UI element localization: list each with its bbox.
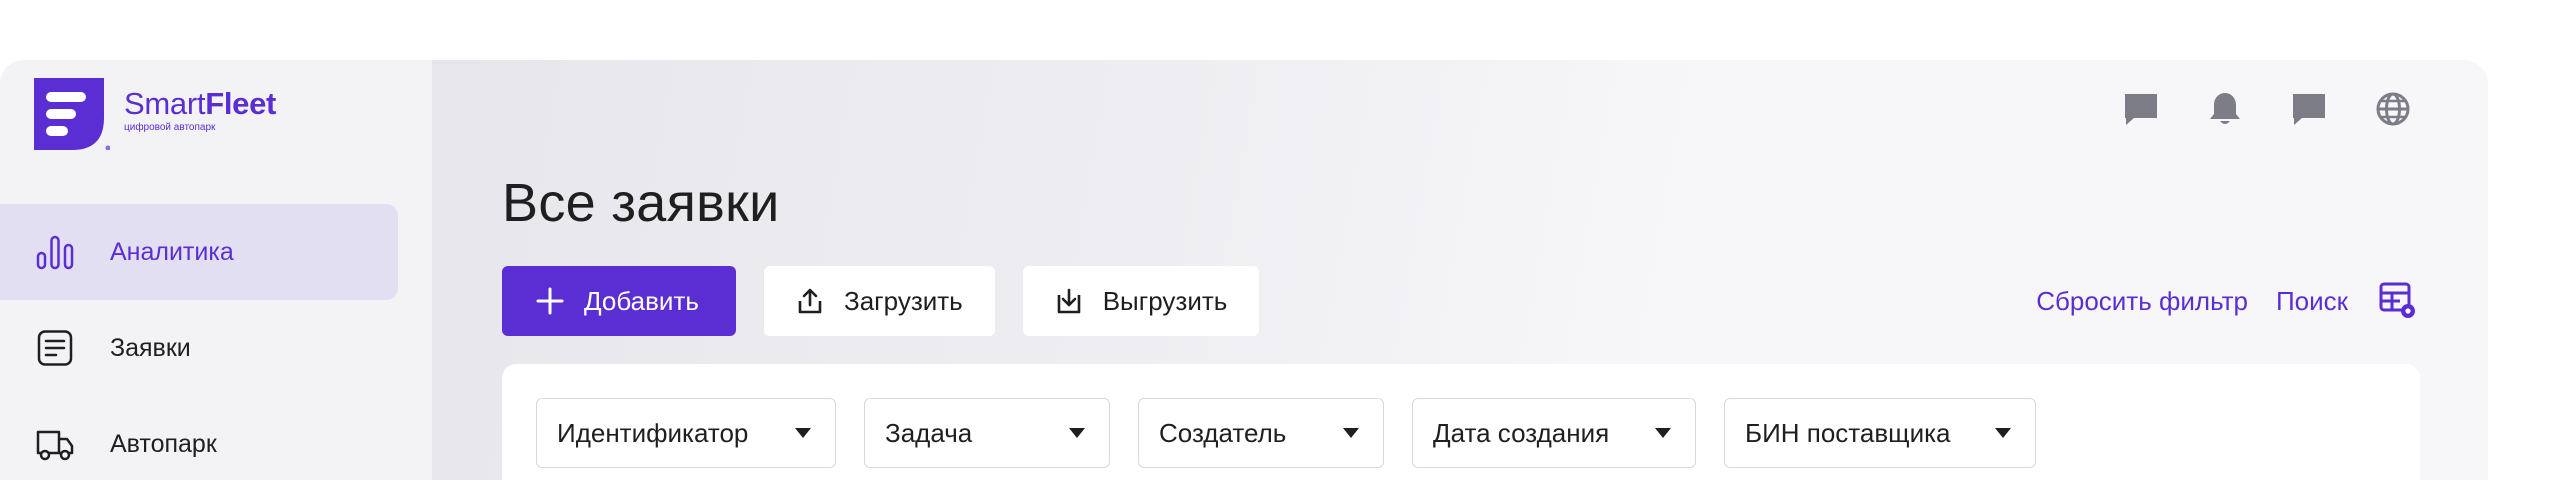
upload-button-label: Загрузить <box>844 285 963 316</box>
caret-down-icon <box>1069 428 1085 438</box>
upload-icon <box>798 288 822 314</box>
logo-mark <box>34 78 111 151</box>
filter-creator[interactable]: Создатель <box>1138 398 1384 468</box>
download-button[interactable]: Выгрузить <box>1022 266 1260 336</box>
truck-icon <box>36 430 74 461</box>
app-window: SmartFleet цифровой автопарк Аналитика З… <box>0 60 2488 480</box>
header-icons <box>2122 90 2412 128</box>
bell-icon[interactable] <box>2206 90 2244 128</box>
caret-down-icon <box>795 428 811 438</box>
table-settings-icon[interactable] <box>2378 281 2418 321</box>
add-button[interactable]: Добавить <box>502 266 736 336</box>
filter-label: Создатель <box>1159 417 1287 448</box>
document-icon <box>37 330 73 366</box>
brand-name: SmartFleet <box>124 86 277 121</box>
caret-down-icon <box>1343 428 1359 438</box>
upload-button[interactable]: Загрузить <box>764 266 995 336</box>
logo[interactable]: SmartFleet цифровой автопарк <box>34 78 277 151</box>
sidebar-item-requests[interactable]: Заявки <box>0 300 398 396</box>
sidebar-item-label: Аналитика <box>110 237 234 266</box>
plus-icon <box>536 287 564 315</box>
filter-label: БИН поставщика <box>1745 417 1951 448</box>
message-icon[interactable] <box>2290 90 2328 128</box>
bar-chart-icon <box>36 235 74 270</box>
sidebar-item-fleet[interactable]: Автопарк <box>0 396 398 480</box>
chat-icon[interactable] <box>2122 90 2160 128</box>
filter-list: Идентификатор Задача Создатель Дата созд… <box>536 398 2036 468</box>
globe-icon[interactable] <box>2374 90 2412 128</box>
toolbar: Добавить Загрузить Выгрузить <box>502 266 1260 336</box>
sidebar-item-analytics[interactable]: Аналитика <box>0 204 398 300</box>
filter-actions: Сбросить фильтр Поиск <box>2036 266 2418 336</box>
filter-identifier[interactable]: Идентификатор <box>536 398 836 468</box>
brand-tagline: цифровой автопарк <box>124 122 216 133</box>
main-content: Все заявки Добавить Загрузить Выгрузить … <box>432 60 2488 480</box>
sidebar-item-label: Автопарк <box>110 429 217 458</box>
sidebar-item-label: Заявки <box>110 333 191 362</box>
page-title: Все заявки <box>502 173 780 233</box>
filter-label: Дата создания <box>1433 417 1610 448</box>
download-icon <box>1057 288 1081 314</box>
caret-down-icon <box>1655 428 1671 438</box>
filter-label: Идентификатор <box>557 417 749 448</box>
filter-task[interactable]: Задача <box>864 398 1110 468</box>
sidebar: SmartFleet цифровой автопарк Аналитика З… <box>0 60 432 480</box>
add-button-label: Добавить <box>584 285 699 316</box>
reset-filter-link[interactable]: Сбросить фильтр <box>2036 286 2248 317</box>
download-button-label: Выгрузить <box>1102 285 1228 316</box>
caret-down-icon <box>1995 428 2011 438</box>
filter-label: Задача <box>885 417 973 448</box>
filter-panel: Идентификатор Задача Создатель Дата созд… <box>502 364 2420 480</box>
search-link[interactable]: Поиск <box>2276 286 2348 317</box>
filter-creation-date[interactable]: Дата создания <box>1412 398 1696 468</box>
filter-supplier-bin[interactable]: БИН поставщика <box>1724 398 2036 468</box>
sidebar-nav: Аналитика Заявки Автопарк <box>0 204 398 480</box>
